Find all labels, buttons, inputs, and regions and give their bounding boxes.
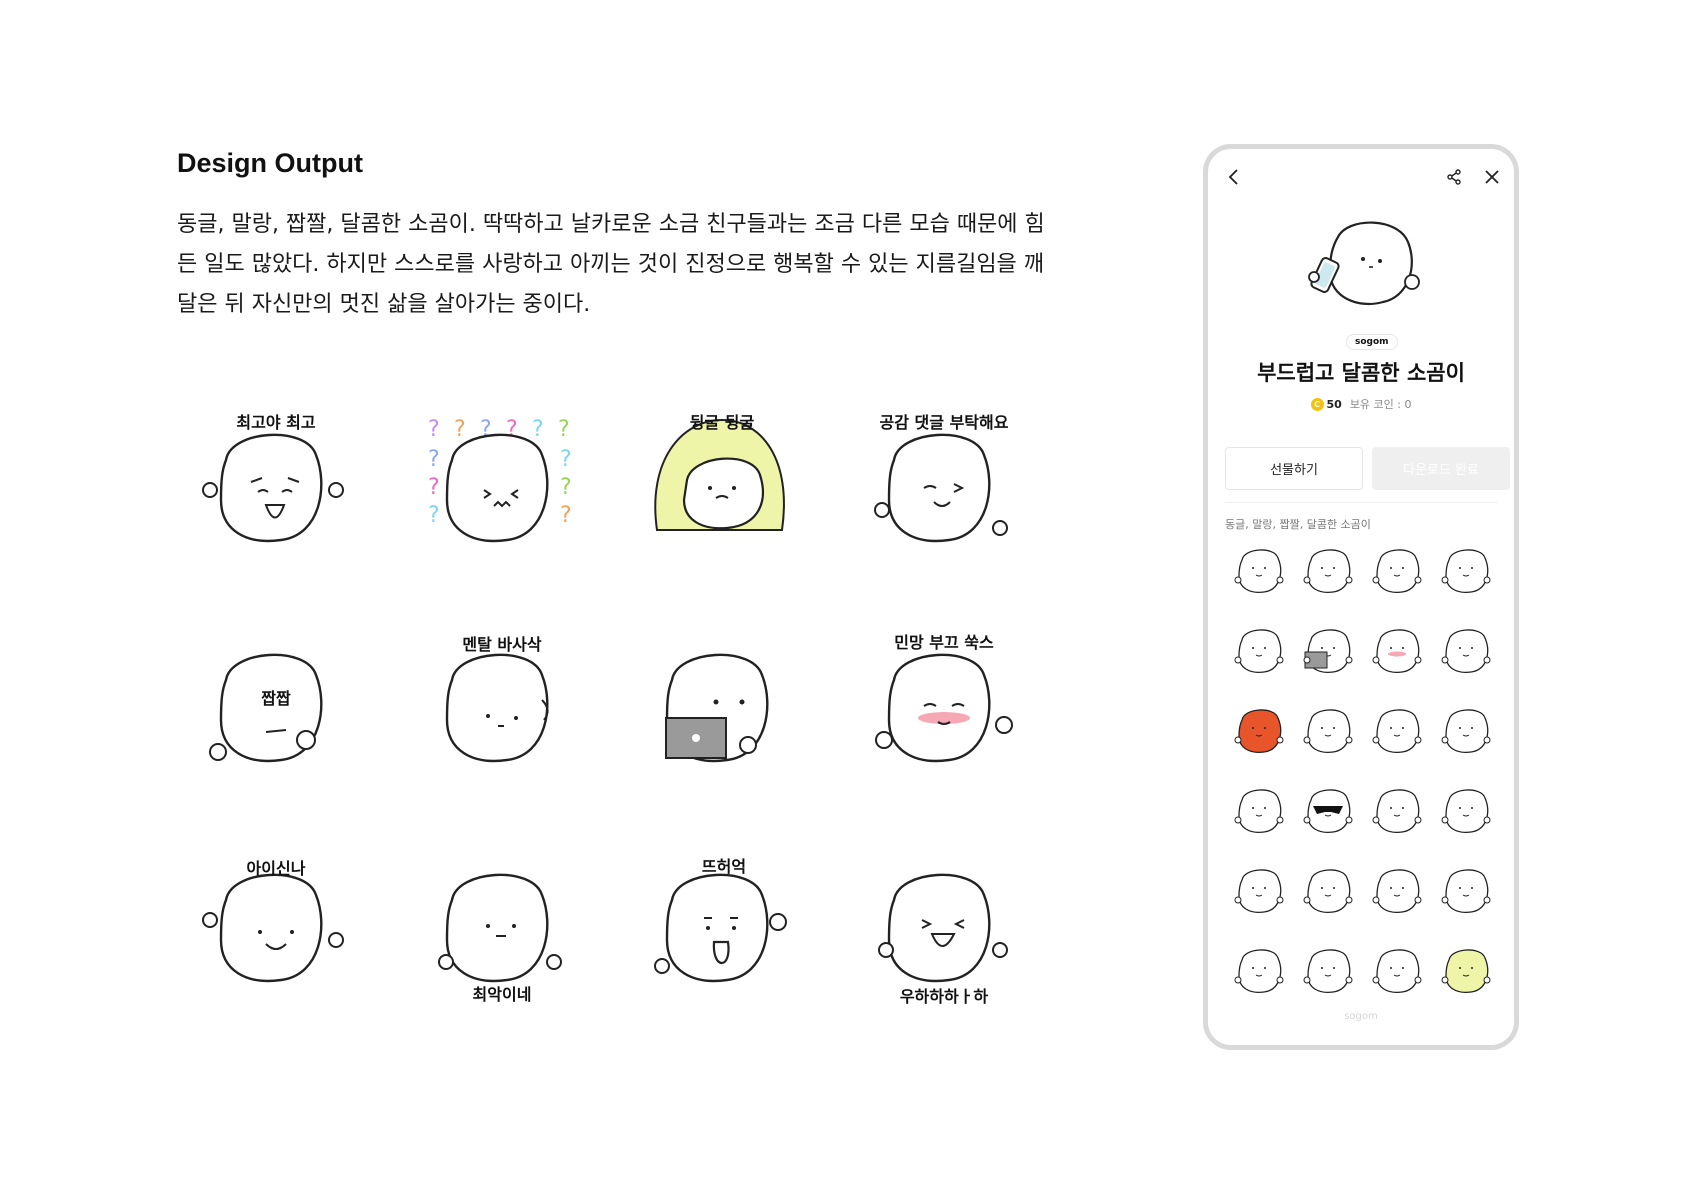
- svg-text:?: ?: [428, 475, 440, 500]
- sticker-excited-music: 아이신나: [196, 859, 356, 1010]
- mini-sticker-shocked[interactable]: [1299, 862, 1357, 920]
- mini-sticker-fork[interactable]: [1368, 542, 1426, 600]
- svg-text:뒹굴 뒹굴: 뒹굴 뒹굴: [690, 413, 755, 432]
- mini-sticker-teary[interactable]: [1299, 542, 1357, 600]
- mini-sticker-grid: [1230, 542, 1500, 1017]
- svg-text:공감 댓글 부탁해요: 공감 댓글 부탁해요: [880, 413, 1009, 432]
- mini-sticker-sleepy[interactable]: [1437, 542, 1495, 600]
- phone-mockup: sogom 부드럽고 달콤한 소곰이 C 50 보유 코인 : 0 선물하기 다운로…: [1203, 144, 1519, 1050]
- mini-sticker-speech[interactable]: [1230, 782, 1288, 840]
- price-row: C 50 보유 코인 : 0: [1208, 396, 1514, 412]
- svg-text:우하하하ㅏ하: 우하하하ㅏ하: [900, 987, 989, 1006]
- mini-sticker-hug[interactable]: [1368, 942, 1426, 1000]
- gift-button[interactable]: 선물하기: [1225, 447, 1363, 490]
- svg-text:?: ?: [428, 417, 440, 442]
- svg-text:?: ?: [454, 417, 466, 442]
- phone-footer-brand: sogom: [1344, 1011, 1378, 1022]
- svg-text:?: ?: [560, 447, 572, 472]
- sticker-shocked: 뜨허억: [642, 857, 802, 1010]
- mini-sticker-angry-red[interactable]: [1230, 702, 1288, 760]
- svg-text:뜨허억: 뜨허억: [702, 857, 746, 876]
- pack-description: 동글, 말랑, 짭짤, 달콤한 소곰이: [1225, 518, 1371, 531]
- mini-sticker-smile[interactable]: [1437, 782, 1495, 840]
- mini-sticker-happy[interactable]: [1299, 702, 1357, 760]
- svg-text:민망 부끄 쑥스: 민망 부끄 쑥스: [894, 633, 994, 652]
- svg-text:?: ?: [428, 447, 440, 472]
- mini-sticker-music[interactable]: [1437, 862, 1495, 920]
- mini-sticker-blanket[interactable]: [1437, 942, 1495, 1000]
- svg-text:멘탈 바사삭: 멘탈 바사삭: [462, 635, 541, 654]
- svg-text:최고야 최고: 최고야 최고: [236, 413, 315, 432]
- sticker-broken: 멘탈 바사삭: [422, 635, 582, 790]
- sticker-laugh: 우하하하ㅏ하: [864, 860, 1024, 1010]
- price-value: 50: [1326, 397, 1342, 411]
- owned-coins: 보유 코인 : 0: [1349, 398, 1412, 411]
- mini-sticker-calm[interactable]: [1368, 702, 1426, 760]
- sticker-happy: 최고야 최고: [196, 413, 356, 570]
- section-title: Design Output: [177, 148, 363, 178]
- mini-sticker-laptop[interactable]: [1299, 622, 1357, 680]
- phone-top-bar: [1208, 159, 1514, 199]
- share-icon[interactable]: [1440, 163, 1468, 191]
- mini-sticker-pout[interactable]: [1299, 942, 1357, 1000]
- svg-text:아이신나: 아이신나: [247, 859, 306, 878]
- sticker-blush: 민망 부끄 쑥스: [864, 633, 1024, 790]
- mini-sticker-question[interactable]: [1437, 702, 1495, 760]
- coin-icon: C: [1310, 397, 1324, 411]
- sticker-blanket: 뒹굴 뒹굴: [642, 413, 802, 570]
- svg-text:?: ?: [532, 417, 544, 442]
- sticker-sad: 최악이네: [422, 860, 582, 1010]
- sticker-laptop: [642, 640, 802, 790]
- close-icon[interactable]: [1478, 163, 1506, 191]
- mini-sticker-heart[interactable]: [1230, 862, 1288, 920]
- chevron-left-icon[interactable]: [1220, 163, 1248, 191]
- mini-sticker-sparkle[interactable]: [1368, 782, 1426, 840]
- divider: [1225, 502, 1497, 503]
- sticker-wink: 공감 댓글 부탁해요: [864, 413, 1024, 570]
- hero-sticker-image: [1308, 217, 1423, 317]
- mini-sticker-laugh[interactable]: [1368, 862, 1426, 920]
- mini-sticker-crying[interactable]: [1437, 622, 1495, 680]
- svg-text:짭짭: 짭짭: [261, 689, 291, 708]
- pack-title: 부드럽고 달콤한 소곰이: [1257, 361, 1465, 385]
- sticker-grid: 최고야 최고???????????? 뒹굴 뒹굴 공감 댓글 부탁해요짭짭 멘탈 바사…: [196, 413, 1068, 1020]
- sticker-chewing: 짭짭: [196, 640, 356, 790]
- mini-sticker-side[interactable]: [1230, 942, 1288, 1000]
- sticker-confused-question-marks: ????????????: [422, 417, 582, 570]
- mini-sticker-phone[interactable]: [1230, 622, 1288, 680]
- mini-sticker-sunglasses[interactable]: [1299, 782, 1357, 840]
- brand-badge: sogom: [1346, 334, 1398, 350]
- svg-text:?: ?: [428, 503, 440, 528]
- mini-sticker-blush[interactable]: [1368, 622, 1426, 680]
- svg-text:?: ?: [558, 417, 570, 442]
- svg-text:?: ?: [560, 475, 572, 500]
- section-description: 동글, 말랑, 짭짤, 달콤한 소곰이. 딱딱하고 날카로운 소금 친구들과는 …: [177, 212, 1045, 317]
- mini-sticker-neutral[interactable]: [1230, 542, 1288, 600]
- download-complete-button[interactable]: 다운로드 완료: [1372, 447, 1510, 490]
- svg-text:최악이네: 최악이네: [473, 985, 532, 1004]
- svg-text:?: ?: [560, 503, 572, 528]
